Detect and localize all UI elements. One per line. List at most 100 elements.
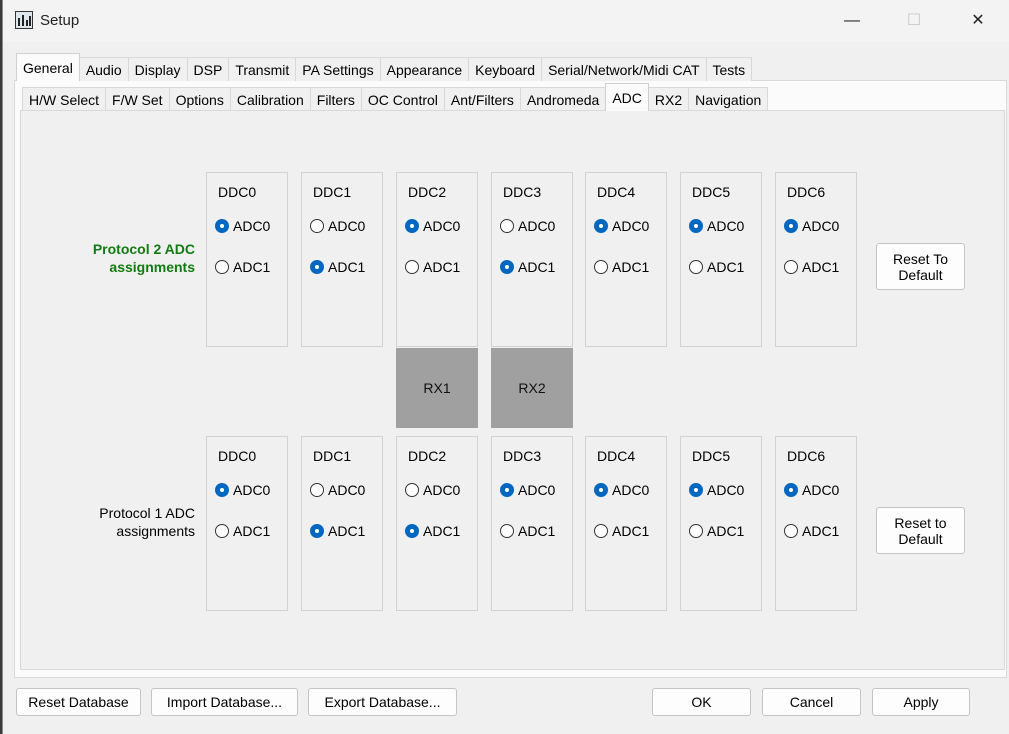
- protocol1-label: Protocol 1 ADC assignments: [40, 504, 195, 540]
- p2-ddc4-adc0-radio[interactable]: ADC0: [594, 217, 649, 235]
- p1-ddc1-group: DDC1 ADC0 ADC1: [301, 436, 383, 611]
- p1-ddc5-adc0-radio[interactable]: ADC0: [689, 481, 744, 499]
- radio-indicator-icon: [689, 260, 703, 274]
- subtab-oc-control[interactable]: OC Control: [360, 87, 445, 111]
- p2-ddc3-adc0-radio[interactable]: ADC0: [500, 217, 555, 235]
- p1-ddc3-adc0-radio[interactable]: ADC0: [500, 481, 555, 499]
- p2-ddc0-adc1-radio[interactable]: ADC1: [215, 258, 270, 276]
- radio-indicator-icon: [500, 260, 514, 274]
- p1-ddc4-adc0-radio[interactable]: ADC0: [594, 481, 649, 499]
- radio-indicator-icon: [405, 260, 419, 274]
- radio-indicator-icon: [689, 219, 703, 233]
- subtab-calibration[interactable]: Calibration: [229, 87, 311, 111]
- subtab-andromeda[interactable]: Andromeda: [519, 87, 607, 111]
- ddc-heading: DDC0: [218, 184, 257, 200]
- tab-transmit[interactable]: Transmit: [228, 57, 297, 81]
- radio-label: ADC1: [423, 259, 461, 275]
- protocol2-label-line1: Protocol 2 ADC: [92, 241, 195, 257]
- radio-label: ADC0: [328, 482, 366, 498]
- p2-ddc1-adc0-radio[interactable]: ADC0: [310, 217, 365, 235]
- radio-label: ADC0: [612, 218, 650, 234]
- import-database-button[interactable]: Import Database...: [151, 688, 298, 716]
- p2-ddc5-adc1-radio[interactable]: ADC1: [689, 258, 744, 276]
- subtab-options[interactable]: Options: [168, 87, 231, 111]
- subtab-f-w-set[interactable]: F/W Set: [105, 87, 170, 111]
- radio-label: ADC0: [423, 482, 461, 498]
- subtab-rx2[interactable]: RX2: [647, 87, 690, 111]
- subtab-ant-filters[interactable]: Ant/Filters: [443, 87, 521, 111]
- p2-ddc3-group: DDC3 ADC0 ADC1: [491, 172, 573, 347]
- minimize-icon[interactable]: —: [829, 0, 875, 42]
- tab-display[interactable]: Display: [127, 57, 188, 81]
- p1-ddc2-adc1-radio[interactable]: ADC1: [405, 522, 460, 540]
- radio-indicator-icon: [500, 219, 514, 233]
- tab-tests[interactable]: Tests: [705, 57, 753, 81]
- p2-ddc0-adc0-radio[interactable]: ADC0: [215, 217, 270, 235]
- radio-indicator-icon: [310, 260, 324, 274]
- subtab-navigation[interactable]: Navigation: [688, 87, 769, 111]
- p1-ddc5-adc1-radio[interactable]: ADC1: [689, 522, 744, 540]
- p1-ddc4-adc1-radio[interactable]: ADC1: [594, 522, 649, 540]
- p1-ddc2-group: DDC2 ADC0 ADC1: [396, 436, 478, 611]
- ddc-heading: DDC3: [503, 184, 542, 200]
- p1-ddc5-group: DDC5 ADC0 ADC1: [680, 436, 762, 611]
- tab-keyboard[interactable]: Keyboard: [468, 57, 543, 81]
- close-icon[interactable]: ✕: [955, 0, 1001, 42]
- p1-ddc0-adc1-radio[interactable]: ADC1: [215, 522, 270, 540]
- radio-label: ADC1: [518, 523, 556, 539]
- p2-ddc6-adc1-radio[interactable]: ADC1: [784, 258, 839, 276]
- p2-ddc6-adc0-radio[interactable]: ADC0: [784, 217, 839, 235]
- protocol2-label-line2: assignments: [109, 259, 195, 275]
- radio-label: ADC1: [612, 523, 650, 539]
- p1-ddc6-adc1-radio[interactable]: ADC1: [784, 522, 839, 540]
- p1-ddc3-adc1-radio[interactable]: ADC1: [500, 522, 555, 540]
- tab-dsp[interactable]: DSP: [186, 57, 230, 81]
- reset-database-button[interactable]: Reset Database: [16, 688, 141, 716]
- p2-ddc1-group: DDC1 ADC0 ADC1: [301, 172, 383, 347]
- p1-ddc1-adc0-radio[interactable]: ADC0: [310, 481, 365, 499]
- radio-label: ADC1: [612, 259, 650, 275]
- top-tab-strip: General Audio Display DSP Transmit PA Setting…: [16, 53, 753, 81]
- p1-ddc6-adc0-radio[interactable]: ADC0: [784, 481, 839, 499]
- p2-ddc2-adc1-radio[interactable]: ADC1: [405, 258, 460, 276]
- subtab-adc[interactable]: ADC: [605, 83, 649, 111]
- p2-ddc2-adc0-radio[interactable]: ADC0: [405, 217, 460, 235]
- tab-serial-network-midi-cat[interactable]: Serial/Network/Midi CAT: [541, 57, 707, 81]
- tab-general[interactable]: General: [16, 53, 80, 81]
- radio-indicator-icon: [310, 483, 324, 497]
- sub-tab-strip: H/W Select F/W Set Options Calibration Filte…: [22, 83, 769, 111]
- radio-indicator-icon: [689, 524, 703, 538]
- p1-ddc2-adc0-radio[interactable]: ADC0: [405, 481, 460, 499]
- ddc-heading: DDC6: [787, 184, 826, 200]
- subtab-h-w-select[interactable]: H/W Select: [22, 87, 107, 111]
- p1-ddc1-adc1-radio[interactable]: ADC1: [310, 522, 365, 540]
- ok-button[interactable]: OK: [652, 688, 751, 716]
- p2-ddc4-adc1-radio[interactable]: ADC1: [594, 258, 649, 276]
- radio-indicator-icon: [784, 524, 798, 538]
- radio-label: ADC0: [707, 482, 745, 498]
- radio-label: ADC1: [328, 523, 366, 539]
- rx1-box: RX1: [396, 348, 478, 428]
- maximize-icon[interactable]: ☐: [891, 0, 937, 42]
- reset-to-default-button-protocol2[interactable]: Reset To Default: [876, 243, 965, 290]
- cancel-button[interactable]: Cancel: [762, 688, 861, 716]
- reset-to-default-button-protocol1[interactable]: Reset to Default: [876, 507, 965, 554]
- export-database-button[interactable]: Export Database...: [308, 688, 457, 716]
- p2-ddc3-adc1-radio[interactable]: ADC1: [500, 258, 555, 276]
- tab-audio[interactable]: Audio: [78, 57, 129, 81]
- apply-button[interactable]: Apply: [872, 688, 970, 716]
- subtab-filters[interactable]: Filters: [309, 87, 362, 111]
- tab-appearance[interactable]: Appearance: [379, 57, 470, 81]
- radio-indicator-icon: [215, 260, 229, 274]
- tab-pa-settings[interactable]: PA Settings: [295, 57, 381, 81]
- radio-label: ADC0: [233, 482, 271, 498]
- radio-indicator-icon: [405, 483, 419, 497]
- p2-ddc5-adc0-radio[interactable]: ADC0: [689, 217, 744, 235]
- radio-indicator-icon: [594, 524, 608, 538]
- p2-ddc1-adc1-radio[interactable]: ADC1: [310, 258, 365, 276]
- radio-label: ADC0: [612, 482, 650, 498]
- p1-ddc0-adc0-radio[interactable]: ADC0: [215, 481, 270, 499]
- title-bar: Setup — ☐ ✕: [3, 0, 1009, 42]
- radio-label: ADC1: [423, 523, 461, 539]
- radio-indicator-icon: [594, 483, 608, 497]
